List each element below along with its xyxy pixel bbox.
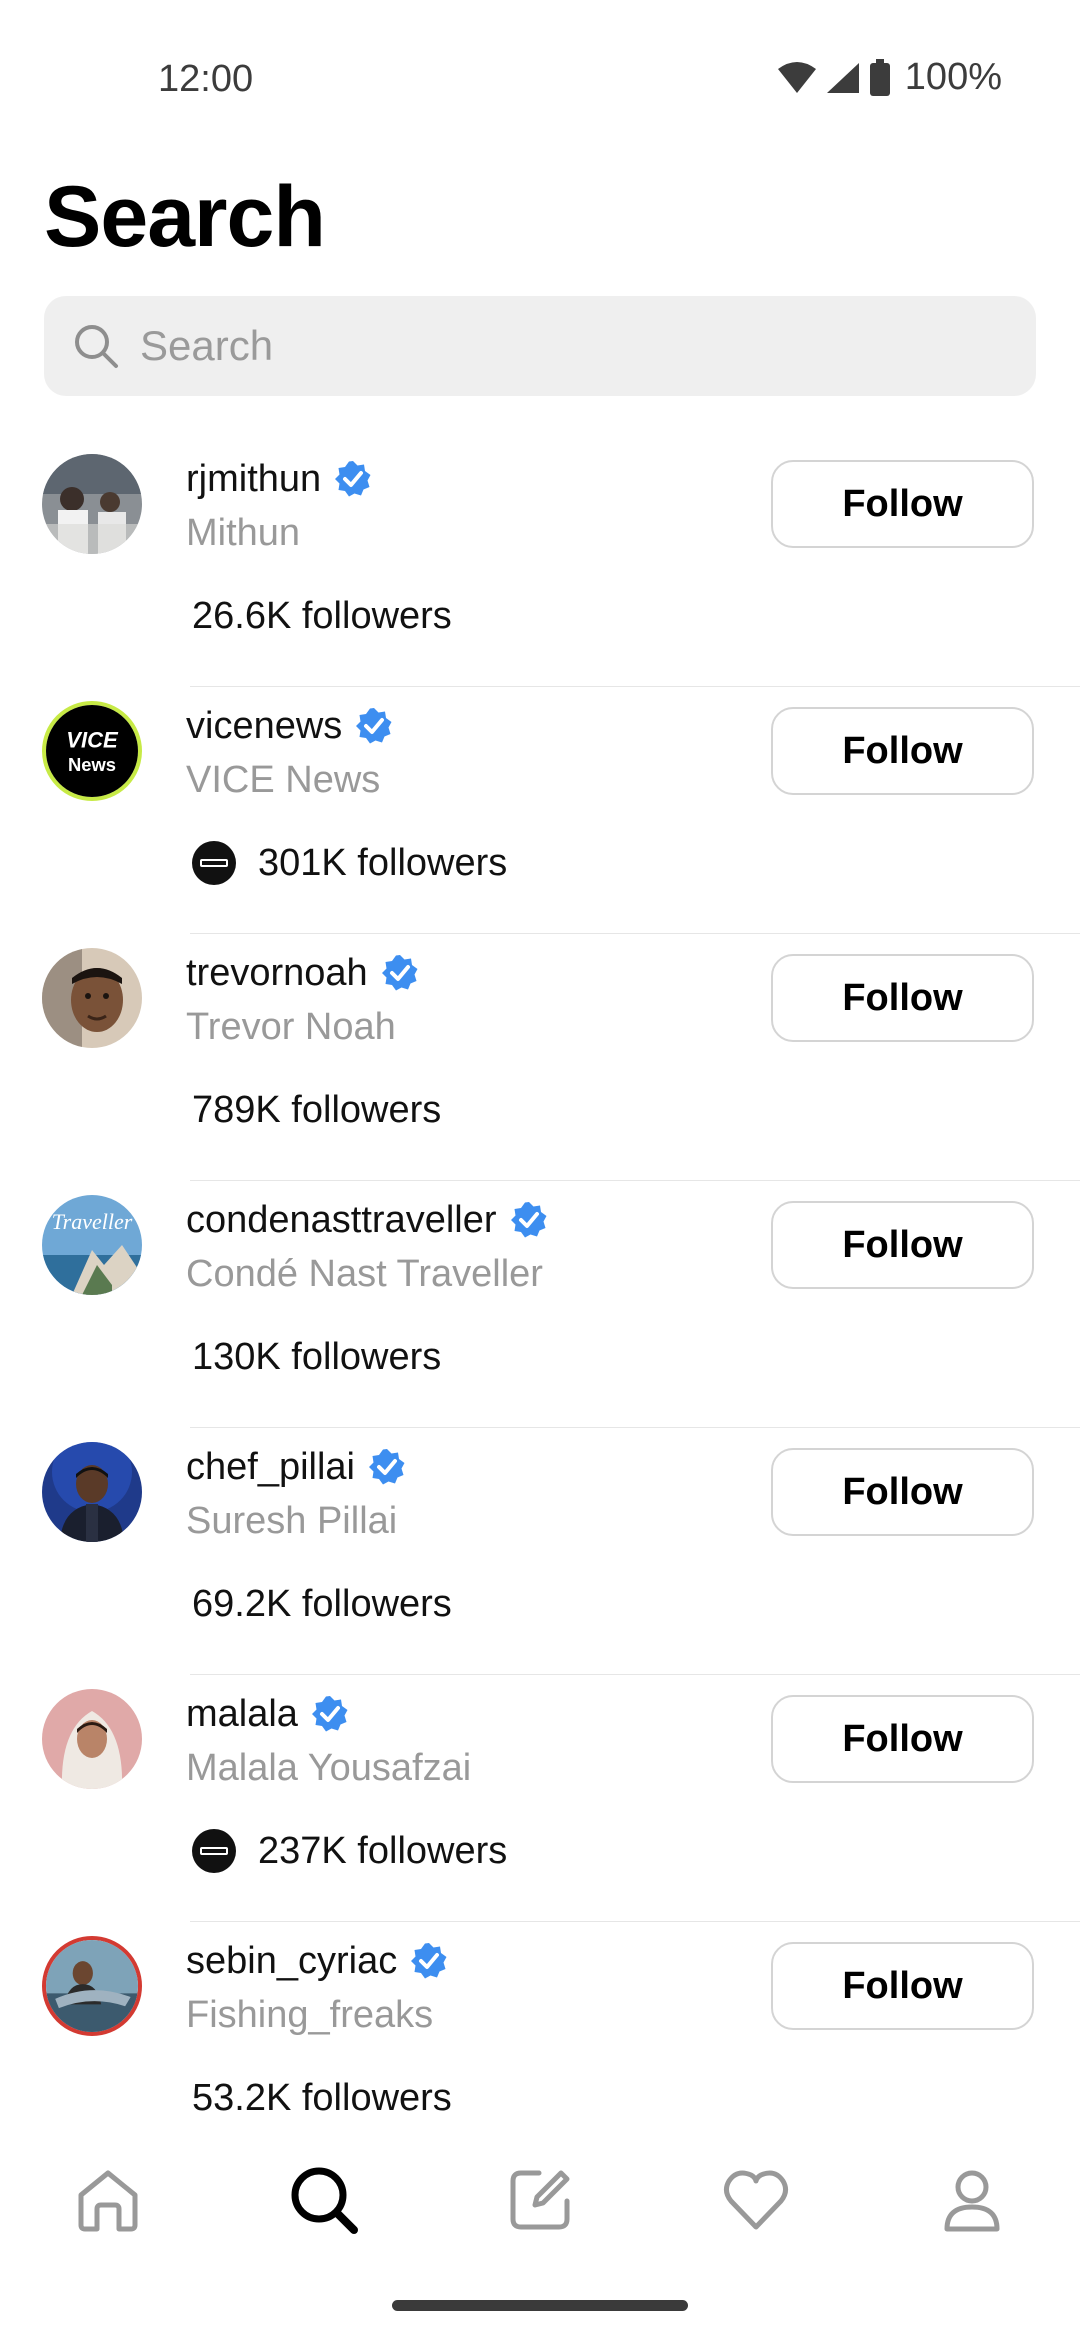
followers-row: 130K followers	[192, 1329, 441, 1385]
list-item[interactable]: trevornoah Trevor Noah 789K followers Fo…	[0, 934, 1080, 1181]
verified-badge-icon	[381, 955, 418, 991]
nav-profile[interactable]	[927, 2155, 1017, 2245]
username[interactable]: malala	[186, 1693, 298, 1736]
username-row: rjmithun	[186, 454, 373, 504]
list-item[interactable]: rjmithun Mithun 26.6K followers Follow	[0, 440, 1080, 687]
follow-button[interactable]: Follow	[771, 954, 1034, 1042]
username-row: condenasttraveller	[186, 1195, 549, 1245]
profile-icon	[944, 2170, 1000, 2232]
bottom-nav	[0, 2140, 1080, 2260]
username[interactable]: trevornoah	[186, 952, 368, 995]
avatar[interactable]	[42, 454, 142, 554]
home-icon	[78, 2170, 138, 2232]
full-name: Trevor Noah	[186, 1006, 396, 1048]
full-name: Fishing_freaks	[186, 1994, 434, 2036]
vice-avatar-text: VICE	[66, 727, 119, 752]
followers-row: 237K followers	[192, 1823, 507, 1879]
followers-count: 789K followers	[192, 1088, 442, 1131]
signal-icon	[825, 61, 861, 95]
followers-count: 237K followers	[258, 1829, 508, 1872]
full-name: Malala Yousafzai	[186, 1747, 472, 1789]
username-row: vicenews	[186, 701, 394, 751]
username[interactable]: sebin_cyriac	[186, 1940, 397, 1983]
list-item[interactable]: VICE News vicenews VICE News 301K follow	[0, 687, 1080, 934]
full-name: Condé Nast Traveller	[186, 1253, 543, 1295]
follow-button[interactable]: Follow	[771, 1695, 1034, 1783]
follow-button[interactable]: Follow	[771, 1448, 1034, 1536]
username[interactable]: rjmithun	[186, 458, 321, 501]
verified-badge-icon	[335, 461, 371, 497]
verified-badge-icon	[369, 1449, 405, 1485]
search-icon	[291, 2167, 358, 2234]
full-name: VICE News	[186, 759, 381, 801]
search-bar[interactable]	[44, 296, 1036, 396]
list-item[interactable]: Traveller condenasttraveller Condé Nast …	[0, 1181, 1080, 1428]
mutual-follower-avatar-icon	[192, 1829, 236, 1873]
follow-button[interactable]: Follow	[771, 707, 1034, 795]
followers-row: 789K followers	[192, 1082, 441, 1138]
followers-row: 26.6K followers	[192, 588, 452, 644]
followers-row: 69.2K followers	[192, 1576, 452, 1632]
nav-home[interactable]	[63, 2155, 153, 2245]
heart-icon	[723, 2170, 789, 2230]
username-row: chef_pillai	[186, 1442, 407, 1492]
search-input[interactable]	[140, 322, 1000, 370]
verified-badge-icon	[510, 1202, 547, 1238]
followers-count: 69.2K followers	[192, 1582, 452, 1625]
followers-count: 130K followers	[192, 1335, 442, 1378]
full-name: Suresh Pillai	[186, 1500, 398, 1542]
username[interactable]: condenasttraveller	[186, 1199, 497, 1242]
battery-icon	[869, 58, 891, 97]
news-avatar-text: News	[68, 754, 116, 775]
username[interactable]: chef_pillai	[186, 1446, 355, 1489]
follow-button[interactable]: Follow	[771, 460, 1034, 548]
wifi-icon	[777, 61, 817, 95]
verified-badge-icon	[411, 1943, 447, 1979]
traveller-avatar-text: Traveller	[52, 1209, 133, 1234]
followers-row: 301K followers	[192, 835, 507, 891]
username-row: trevornoah	[186, 948, 420, 998]
avatar[interactable]: Traveller	[42, 1195, 142, 1295]
screen: 12:00 100% Search Search rjmithun Mithun…	[0, 0, 1080, 2340]
follow-button[interactable]: Follow	[771, 1942, 1034, 2030]
home-indicator[interactable]	[392, 2300, 688, 2311]
nav-search[interactable]	[279, 2155, 369, 2245]
verified-badge-icon	[311, 1696, 348, 1732]
username[interactable]: vicenews	[186, 705, 342, 748]
username-row: sebin_cyriac	[186, 1936, 449, 1986]
follow-button[interactable]: Follow	[771, 1201, 1034, 1289]
status-time: 12:00	[158, 58, 254, 100]
page-title: Search	[44, 169, 326, 265]
nav-compose[interactable]	[495, 2155, 585, 2245]
avatar[interactable]	[42, 948, 142, 1048]
avatar[interactable]	[42, 1936, 142, 2036]
search-icon	[75, 325, 118, 368]
avatar[interactable]	[42, 1442, 142, 1542]
followers-row: 53.2K followers	[192, 2070, 452, 2126]
nav-activity[interactable]	[711, 2155, 801, 2245]
status-icons: 100%	[777, 56, 1002, 99]
status-bar: 12:00 100%	[0, 0, 1080, 150]
avatar[interactable]: VICE News	[42, 701, 142, 801]
followers-count: 53.2K followers	[192, 2076, 452, 2119]
mutual-follower-avatar-icon	[192, 841, 236, 885]
list-item[interactable]: sebin_cyriac Fishing_freaks 53.2K follow…	[0, 1922, 1080, 2169]
list-item[interactable]: chef_pillai Suresh Pillai 69.2K follower…	[0, 1428, 1080, 1675]
verified-badge-icon	[356, 708, 392, 744]
compose-icon	[510, 2170, 570, 2230]
list-item[interactable]: malala Malala Yousafzai 237K followers F…	[0, 1675, 1080, 1922]
full-name: Mithun	[186, 512, 301, 554]
followers-count: 301K followers	[258, 841, 508, 884]
followers-count: 26.6K followers	[192, 594, 452, 637]
search-results-list: rjmithun Mithun 26.6K followers Follow V…	[0, 440, 1080, 2169]
battery-percentage: 100%	[904, 56, 1002, 98]
avatar[interactable]	[42, 1689, 142, 1789]
username-row: malala	[186, 1689, 350, 1739]
